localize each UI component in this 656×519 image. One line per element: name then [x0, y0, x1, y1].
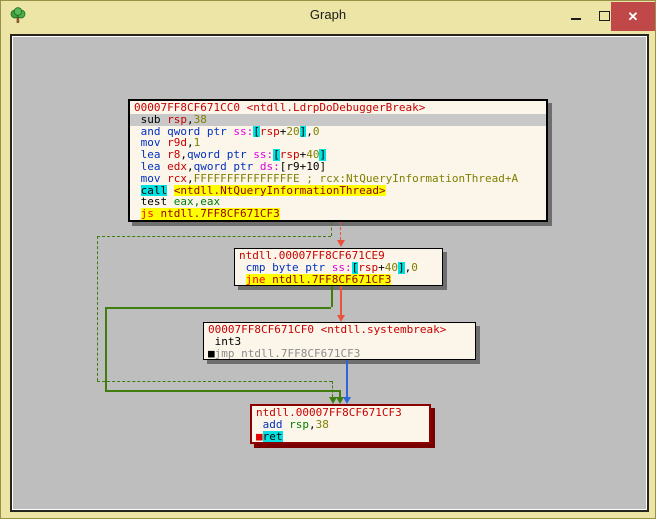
instruction-row[interactable]: sub rsp,38 [130, 113, 546, 126]
block-7FF8CF671CF3[interactable]: ntdll.00007FF8CF671CF3 add rsp,38 ■ret [250, 404, 431, 445]
instruction-row[interactable]: ■jmp ntdll.7FF8CF671CF3 [204, 348, 475, 360]
edge-jne-taken-green-solid [105, 307, 107, 390]
edge-jne-taken-green-solid [105, 390, 339, 392]
graph-window: Graph ✕ 00007FF8CF671CC0 <ntdll.LdrpDoDe… [0, 0, 656, 519]
edge-jne-taken-green-solid [339, 390, 341, 397]
close-icon: ✕ [627, 8, 639, 24]
block-header[interactable]: ntdll.00007FF8CF671CE9 [235, 250, 442, 262]
instruction-row[interactable]: add rsp,38 [252, 419, 429, 431]
instruction-row[interactable]: int3 [204, 336, 475, 348]
edge-js-taken-green-dashed [332, 381, 333, 397]
edge-jne-taken-green-solid [105, 307, 331, 309]
window-title: Graph [309, 7, 347, 22]
instruction-row[interactable]: cmp byte ptr ss:[rsp+40],0 [235, 261, 442, 274]
instruction-row[interactable]: mov r9d,1 [130, 137, 546, 149]
edge-fallthrough-red-solid [340, 286, 342, 315]
edge-fallthrough-red-dashed-arrowhead [337, 240, 345, 247]
instruction-row[interactable]: jne ntdll.7FF8CF671CF3 [235, 273, 442, 286]
block-header[interactable]: ntdll.00007FF8CF671CF3 [252, 407, 429, 419]
instruction-row[interactable]: call <ntdll.NtQueryInformationThread> [130, 184, 546, 197]
instruction-row[interactable]: and qword ptr ss:[rsp+20],0 [130, 125, 546, 138]
block-LdrpDoDebuggerBreak[interactable]: 00007FF8CF671CC0 <ntdll.LdrpDoDebuggerBr… [128, 99, 548, 222]
edge-js-taken-green-dashed [331, 222, 332, 236]
instruction-row[interactable]: lea edx,qword ptr ds:[r9+10] [130, 161, 546, 173]
maximize-icon [598, 11, 610, 21]
block-header[interactable]: 00007FF8CF671CC0 <ntdll.LdrpDoDebuggerBr… [130, 102, 546, 114]
edge-js-taken-green-dashed [97, 236, 331, 237]
edge-jmp-blue-solid-arrowhead [343, 397, 351, 404]
minimize-button[interactable] [563, 1, 589, 31]
edge-js-taken-green-dashed [97, 236, 98, 381]
instruction-row[interactable]: js ntdll.7FF8CF671CF3 [130, 208, 546, 220]
edge-jne-taken-green-solid [331, 286, 333, 307]
edge-js-taken-green-dashed [97, 381, 332, 382]
instruction-row[interactable]: lea r8,qword ptr ss:[rsp+40] [130, 149, 546, 161]
block-header[interactable]: 00007FF8CF671CF0 <ntdll.systembreak> [204, 324, 475, 336]
instruction-row[interactable]: mov rcx,FFFFFFFFFFFFFFFE ; rcx:NtQueryIn… [130, 173, 546, 185]
edge-jmp-blue-solid [346, 360, 348, 397]
graph-canvas[interactable]: 00007FF8CF671CC0 <ntdll.LdrpDoDebuggerBr… [10, 34, 649, 512]
edge-fallthrough-red-dashed [340, 222, 341, 240]
block-systembreak[interactable]: 00007FF8CF671CF0 <ntdll.systembreak> int… [203, 322, 476, 361]
block-7FF8CF671CE9[interactable]: ntdll.00007FF8CF671CE9 cmp byte ptr ss:[… [234, 248, 443, 287]
edge-fallthrough-red-solid-arrowhead [337, 315, 345, 322]
instruction-row[interactable]: ■ret [252, 430, 429, 443]
title-bar[interactable]: Graph ✕ [1, 1, 655, 34]
minimize-icon [571, 18, 581, 20]
close-button[interactable]: ✕ [611, 2, 655, 31]
instruction-row[interactable]: test eax,eax [130, 196, 546, 208]
